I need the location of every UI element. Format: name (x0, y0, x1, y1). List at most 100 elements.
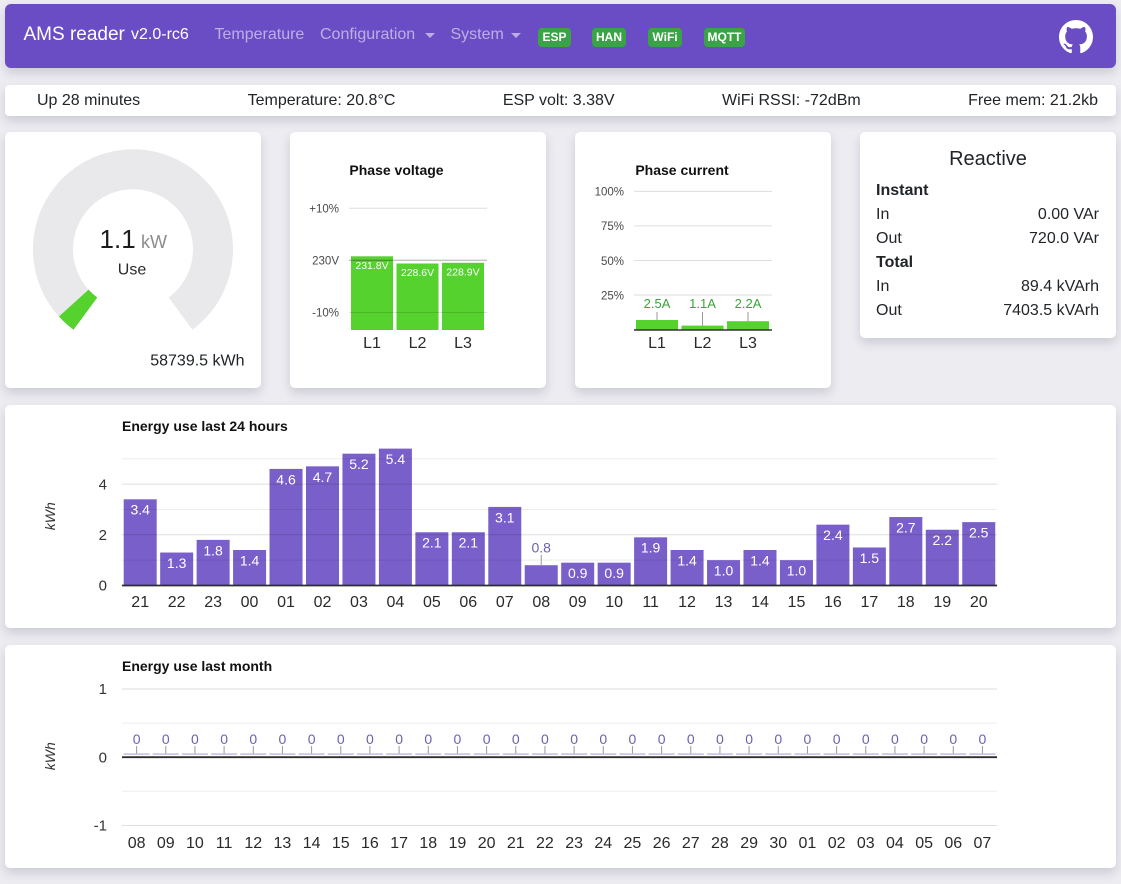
svg-text:0: 0 (308, 731, 316, 747)
svg-text:04: 04 (387, 594, 405, 611)
svg-text:15: 15 (788, 594, 806, 611)
svg-text:0: 0 (629, 731, 637, 747)
svg-text:100%: 100% (595, 187, 624, 199)
svg-text:L2: L2 (409, 335, 427, 352)
svg-text:0: 0 (512, 731, 520, 747)
svg-text:0: 0 (949, 731, 957, 747)
svg-text:10: 10 (186, 835, 204, 852)
svg-text:kW: kW (141, 232, 167, 252)
svg-text:12: 12 (678, 594, 696, 611)
svg-text:28: 28 (711, 835, 729, 852)
svg-text:15: 15 (332, 835, 350, 852)
svg-text:0: 0 (249, 731, 257, 747)
svg-text:2.1: 2.1 (459, 535, 479, 551)
svg-text:19: 19 (449, 835, 467, 852)
svg-text:0: 0 (162, 731, 170, 747)
svg-text:27: 27 (682, 835, 700, 852)
svg-text:0: 0 (279, 731, 287, 747)
svg-text:09: 09 (569, 594, 587, 611)
svg-text:06: 06 (944, 835, 962, 852)
svg-text:0: 0 (687, 731, 695, 747)
svg-text:0: 0 (337, 731, 345, 747)
svg-text:14: 14 (751, 594, 769, 611)
svg-text:kWh: kWh (42, 502, 58, 530)
svg-text:0: 0 (833, 731, 841, 747)
svg-text:0: 0 (366, 731, 374, 747)
svg-text:0.8: 0.8 (532, 540, 552, 556)
svg-text:L3: L3 (454, 335, 472, 352)
svg-text:25: 25 (624, 835, 642, 852)
svg-text:3.4: 3.4 (130, 502, 150, 518)
svg-text:2: 2 (99, 527, 107, 544)
svg-text:0: 0 (220, 731, 228, 747)
svg-text:11: 11 (216, 835, 233, 852)
svg-text:1.1: 1.1 (100, 224, 136, 254)
svg-text:00: 00 (241, 594, 259, 611)
svg-text:Phase current: Phase current (635, 162, 729, 178)
svg-text:20: 20 (478, 835, 496, 852)
svg-text:0: 0 (716, 731, 724, 747)
svg-text:0: 0 (395, 731, 403, 747)
svg-text:4.6: 4.6 (276, 471, 296, 487)
svg-text:17: 17 (860, 594, 878, 611)
svg-text:-10%: -10% (312, 308, 339, 320)
svg-text:2.5A: 2.5A (644, 296, 671, 311)
svg-text:09: 09 (157, 835, 175, 852)
svg-text:2.7: 2.7 (896, 519, 916, 535)
svg-text:0: 0 (891, 731, 899, 747)
svg-text:01: 01 (277, 594, 295, 611)
svg-text:16: 16 (824, 594, 842, 611)
svg-text:0: 0 (920, 731, 928, 747)
svg-text:10: 10 (605, 594, 623, 611)
svg-text:-1: -1 (94, 818, 107, 835)
svg-text:23: 23 (565, 835, 583, 852)
svg-text:08: 08 (128, 835, 146, 852)
svg-text:1.4: 1.4 (750, 552, 770, 568)
svg-text:L2: L2 (694, 335, 712, 352)
svg-text:4.7: 4.7 (313, 469, 333, 485)
svg-text:03: 03 (350, 594, 368, 611)
svg-text:231.8V: 231.8V (355, 260, 388, 272)
svg-text:0: 0 (133, 731, 141, 747)
svg-text:0: 0 (454, 731, 462, 747)
svg-text:29: 29 (740, 835, 758, 852)
svg-text:3.1: 3.1 (495, 509, 515, 525)
svg-text:0: 0 (483, 731, 491, 747)
svg-text:0: 0 (99, 749, 107, 766)
svg-text:2.1: 2.1 (422, 535, 442, 551)
svg-text:14: 14 (303, 835, 321, 852)
svg-text:1.8: 1.8 (203, 542, 223, 558)
svg-text:18: 18 (897, 594, 915, 611)
svg-text:25%: 25% (601, 290, 624, 302)
svg-text:22: 22 (168, 594, 186, 611)
svg-text:1.4: 1.4 (677, 552, 697, 568)
svg-text:230V: 230V (312, 256, 339, 268)
svg-text:03: 03 (857, 835, 875, 852)
svg-text:30: 30 (769, 835, 787, 852)
svg-text:02: 02 (828, 835, 846, 852)
svg-text:1.3: 1.3 (167, 555, 187, 571)
svg-text:0: 0 (541, 731, 549, 747)
svg-text:02: 02 (314, 594, 332, 611)
svg-text:0: 0 (424, 731, 432, 747)
svg-text:12: 12 (244, 835, 262, 852)
svg-text:L3: L3 (739, 335, 757, 352)
svg-text:16: 16 (361, 835, 379, 852)
svg-text:0: 0 (774, 731, 782, 747)
svg-text:1.0: 1.0 (787, 563, 807, 579)
svg-text:kWh: kWh (42, 742, 58, 770)
svg-text:13: 13 (274, 835, 292, 852)
svg-text:228.6V: 228.6V (401, 267, 434, 279)
svg-text:50%: 50% (601, 256, 624, 268)
svg-text:18: 18 (419, 835, 437, 852)
svg-text:22: 22 (536, 835, 554, 852)
svg-text:0.9: 0.9 (604, 565, 624, 581)
svg-text:228.9V: 228.9V (446, 267, 479, 279)
svg-text:0: 0 (745, 731, 753, 747)
svg-text:1: 1 (99, 681, 107, 698)
svg-text:21: 21 (507, 835, 525, 852)
svg-text:0: 0 (658, 731, 666, 747)
svg-text:5.2: 5.2 (349, 456, 369, 472)
svg-text:1.0: 1.0 (714, 563, 734, 579)
svg-text:0: 0 (99, 578, 107, 595)
